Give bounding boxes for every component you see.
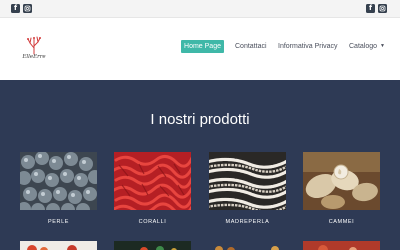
product-image-perle[interactable] [20, 152, 97, 210]
product-image-cammei[interactable] [303, 152, 380, 210]
top-bar: f f [0, 0, 400, 18]
product-label-coralli[interactable]: CORALLI [114, 219, 191, 225]
chevron-down-icon: ▼ [380, 43, 385, 49]
instagram-icon[interactable] [23, 4, 32, 13]
product-image-row2-2[interactable] [114, 240, 191, 250]
product-image-row2-1[interactable] [20, 240, 97, 250]
product-image-coralli[interactable] [114, 152, 191, 210]
nav-catalogo[interactable]: Catalogo ▼ [349, 40, 385, 53]
nav-contattaci[interactable]: Contattaci [235, 40, 267, 53]
site-header: ElleErre Home Page Contattaci Informativ… [0, 18, 400, 80]
product-label-cammei[interactable]: CAMMEI [303, 219, 380, 225]
product-label-madreperla[interactable]: MADREPERLA [209, 219, 286, 225]
product-image-row2-4[interactable] [303, 240, 380, 250]
facebook-icon[interactable]: f [11, 4, 20, 13]
facebook-icon[interactable]: f [366, 4, 375, 13]
coral-tree-logo-icon [27, 36, 41, 55]
nav-catalogo-label: Catalogo [349, 43, 378, 50]
nav-informativa-privacy[interactable]: Informativa Privacy [278, 40, 338, 53]
products-section: I nostri prodotti PERLE CORALLI MADREPER… [0, 80, 400, 250]
section-title: I nostri prodotti [150, 111, 250, 128]
instagram-icon[interactable] [378, 4, 387, 13]
logo-text: ElleErre [22, 54, 46, 60]
nav-home-page[interactable]: Home Page [181, 40, 224, 53]
product-label-perle[interactable]: PERLE [20, 219, 97, 225]
product-image-madreperla[interactable] [209, 152, 286, 210]
product-image-row2-3[interactable] [209, 240, 286, 250]
site-logo[interactable]: ElleErre [20, 34, 48, 64]
